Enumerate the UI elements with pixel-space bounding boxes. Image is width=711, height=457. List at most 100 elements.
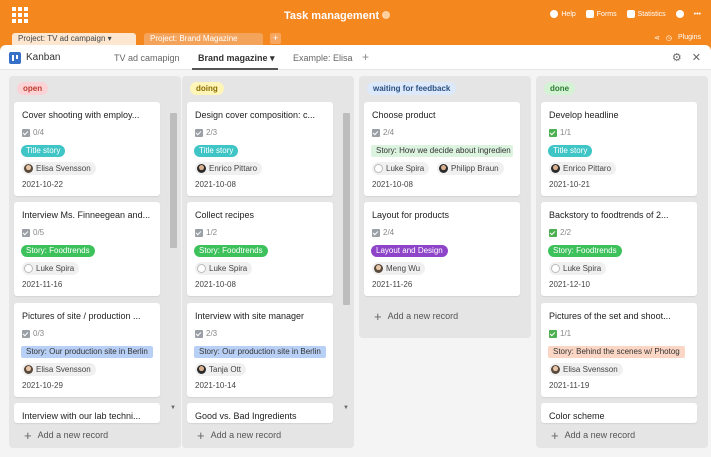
statistics-button[interactable]: Statistics — [626, 10, 666, 18]
scrollbar-thumb[interactable] — [343, 113, 350, 305]
checklist: 0/5 — [22, 228, 44, 237]
assignee: Elisa Svensson — [22, 162, 96, 175]
column-scrollbar[interactable]: ▼ — [343, 113, 350, 413]
assignee: Elisa Svensson — [22, 363, 96, 376]
project-tab-tv-ad[interactable]: Project: TV ad campaign ▾ — [12, 33, 136, 45]
column-open: open Cover shooting with employ... 0/4 T… — [9, 76, 181, 448]
card-title: Pictures of the set and shoot... — [549, 311, 671, 321]
record-card[interactable]: Layout for products 2/4 Layout and Desig… — [364, 202, 520, 296]
assignee: Meng Wu — [372, 262, 426, 275]
assignee: Elisa Svensson — [549, 363, 623, 376]
avatar — [197, 164, 206, 173]
avatar — [551, 365, 560, 374]
story-tag: Story: Our production site in Berlin — [194, 346, 326, 358]
help-button[interactable]: Help — [550, 10, 576, 18]
share-icon[interactable]: ⋖ — [654, 34, 660, 42]
column-label[interactable]: doing — [190, 82, 224, 95]
record-card[interactable]: Pictures of site / production ... 0/3 St… — [14, 303, 160, 397]
checklist: 0/3 — [22, 329, 44, 338]
record-card[interactable]: Color scheme — [541, 403, 697, 423]
record-card[interactable]: Good vs. Bad Ingredients — [187, 403, 333, 423]
record-card[interactable]: Collect recipes 1/2 Story: Foodtrends Lu… — [187, 202, 333, 296]
checkbox-icon — [22, 329, 30, 338]
view-bar: Kanban TV ad camapign Brand magazine ▾ E… — [0, 45, 711, 70]
app-title: Task management — [284, 10, 391, 22]
scroll-down-icon[interactable]: ▼ — [343, 405, 349, 411]
main-panel: Kanban TV ad camapign Brand magazine ▾ E… — [0, 45, 711, 457]
record-card[interactable]: Cover shooting with employ... 0/4 Title … — [14, 102, 160, 196]
story-tag: Story: Behind the scenes w/ Photog — [548, 346, 685, 358]
story-tag: Title story — [194, 145, 239, 157]
record-card[interactable]: Choose product 2/4 Story: How we decide … — [364, 102, 520, 196]
project-tab-brand-magazine[interactable]: Project: Brand Magazine — [144, 33, 263, 45]
record-card[interactable]: Interview with site manager 2/3 Story: O… — [187, 303, 333, 397]
add-view-button[interactable]: + — [362, 50, 369, 64]
avatar — [374, 264, 383, 273]
card-title: Design cover composition: c... — [195, 110, 316, 120]
story-tag: Story: Foodtrends — [194, 245, 268, 257]
add-record-button[interactable]: + Add a new record — [551, 427, 635, 443]
column-label[interactable]: done — [544, 82, 576, 95]
column-scrollbar[interactable]: ▼ — [170, 113, 177, 413]
assignee: Luke Spira — [195, 262, 253, 275]
add-record-button[interactable]: + Add a new record — [197, 429, 281, 442]
bell-icon — [675, 10, 684, 18]
card-title: Collect recipes — [195, 210, 255, 220]
view-tab-brand-magazine[interactable]: Brand magazine ▾ — [198, 53, 275, 64]
card-title: Pictures of site / production ... — [22, 311, 141, 321]
due-date: 2021-10-21 — [549, 180, 590, 189]
scrollbar-thumb[interactable] — [170, 113, 177, 248]
history-icon[interactable]: ◷ — [666, 34, 672, 42]
avatar — [197, 365, 206, 374]
checklist: 1/1 — [549, 128, 571, 137]
checkbox-checked-icon — [549, 228, 557, 237]
avatar — [197, 264, 206, 273]
plus-icon: + — [551, 427, 559, 443]
project-tools: ⋖ ◷ Plugins — [654, 34, 701, 42]
checklist: 2/3 — [195, 329, 217, 338]
column-waiting-for-feedback: waiting for feedback Choose product 2/4 … — [359, 76, 531, 338]
plus-icon: + — [374, 308, 382, 324]
record-card[interactable]: Design cover composition: c... 2/3 Title… — [187, 102, 333, 196]
column-label[interactable]: open — [17, 82, 49, 95]
forms-button[interactable]: Forms — [585, 10, 617, 18]
close-icon[interactable]: ✕ — [692, 51, 701, 64]
card-title: Cover shooting with employ... — [22, 110, 140, 120]
add-project-tab-button[interactable]: + — [270, 33, 281, 44]
checklist: 2/2 — [549, 228, 571, 237]
due-date: 2021-11-19 — [549, 381, 590, 390]
view-tab-example-elisa[interactable]: Example: Elisa — [293, 53, 353, 63]
avatar — [551, 264, 560, 273]
view-tab-tv-ad[interactable]: TV ad camapign — [114, 53, 180, 63]
record-card[interactable]: Backstory to foodtrends of 2... 2/2 Stor… — [541, 202, 697, 296]
notifications-button[interactable] — [675, 10, 684, 18]
more-button[interactable]: ••• — [694, 11, 701, 18]
record-card[interactable]: Interview Ms. Finneegean and... 0/5 Stor… — [14, 202, 160, 296]
story-tag: Title story — [548, 145, 593, 157]
avatar — [551, 164, 560, 173]
column-done: done Develop headline 1/1 Title story En… — [536, 76, 708, 448]
settings-icon[interactable]: ⚙ — [672, 51, 682, 64]
assignee: Luke Spira — [372, 162, 430, 175]
card-title: Backstory to foodtrends of 2... — [549, 210, 669, 220]
plugins-button[interactable]: Plugins — [678, 34, 701, 42]
record-card[interactable]: Develop headline 1/1 Title story Enrico … — [541, 102, 697, 196]
app-header: Task management Help Forms Statistics ••… — [0, 0, 711, 33]
due-date: 2021-11-26 — [372, 280, 413, 289]
add-record-button[interactable]: + Add a new record — [24, 429, 108, 442]
app-grid-icon[interactable] — [12, 7, 28, 23]
view-actions: ⚙ ✕ — [672, 51, 701, 64]
record-card[interactable]: Pictures of the set and shoot... 1/1 Sto… — [541, 303, 697, 397]
record-card[interactable]: Interview with our lab techni... — [14, 403, 160, 423]
add-record-button[interactable]: + Add a new record — [374, 308, 458, 324]
view-name: Kanban — [26, 52, 61, 63]
avatar — [24, 365, 33, 374]
avatar — [24, 164, 33, 173]
info-icon[interactable] — [382, 11, 391, 19]
due-date: 2021-12-10 — [549, 280, 590, 289]
forms-icon — [585, 10, 594, 18]
scroll-down-icon[interactable]: ▼ — [170, 405, 176, 411]
checklist: 1/2 — [195, 228, 217, 237]
checklist: 2/3 — [195, 128, 217, 137]
column-label[interactable]: waiting for feedback — [367, 82, 457, 95]
